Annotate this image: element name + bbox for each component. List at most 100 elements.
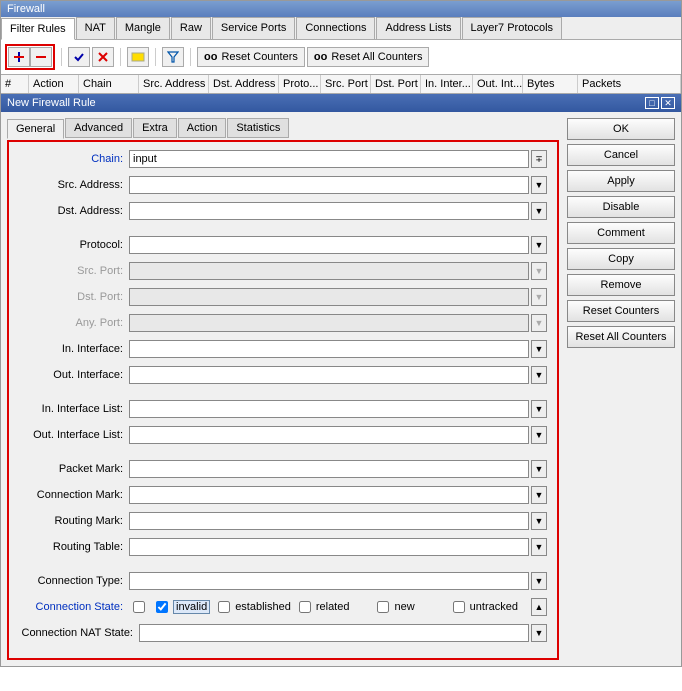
filter-button[interactable] xyxy=(162,47,184,67)
dialog-close-icon[interactable]: ✕ xyxy=(661,97,675,109)
comment-side-button[interactable]: Comment xyxy=(567,222,675,244)
form-panel: Chain: ∓ Src. Address: ▼ Dst. Address: ▼ xyxy=(7,140,559,660)
dst-address-expand-icon[interactable]: ▼ xyxy=(531,202,547,220)
col-out-interface[interactable]: Out. Int... xyxy=(473,75,523,93)
ftab-statistics[interactable]: Statistics xyxy=(227,118,289,138)
conn-state-not-checkbox[interactable] xyxy=(133,601,145,613)
disable-button[interactable] xyxy=(92,47,114,67)
connection-type-input[interactable] xyxy=(129,572,529,590)
main-tabs: Filter Rules NAT Mangle Raw Service Port… xyxy=(1,17,681,40)
remove-side-button[interactable]: Remove xyxy=(567,274,675,296)
col-packets[interactable]: Packets xyxy=(578,75,681,93)
reset-all-counters-button[interactable]: ooReset All Counters xyxy=(307,47,430,67)
tab-service-ports[interactable]: Service Ports xyxy=(212,17,295,39)
ok-button[interactable]: OK xyxy=(567,118,675,140)
packet-mark-input[interactable] xyxy=(129,460,529,478)
add-button[interactable] xyxy=(8,47,30,67)
cancel-button[interactable]: Cancel xyxy=(567,144,675,166)
chain-dropdown-icon[interactable]: ∓ xyxy=(531,150,547,168)
conn-state-related-checkbox[interactable] xyxy=(299,601,311,613)
col-src-port[interactable]: Src. Port xyxy=(321,75,371,93)
tab-nat[interactable]: NAT xyxy=(76,17,115,39)
col-bytes[interactable]: Bytes xyxy=(523,75,578,93)
any-port-expand-icon: ▼ xyxy=(531,314,547,332)
out-interface-input[interactable] xyxy=(129,366,529,384)
out-interface-list-expand-icon[interactable]: ▼ xyxy=(531,426,547,444)
src-address-label: Src. Address: xyxy=(19,179,129,191)
disable-button[interactable]: Disable xyxy=(567,196,675,218)
dst-address-label: Dst. Address: xyxy=(19,205,129,217)
col-num[interactable]: # xyxy=(1,75,29,93)
tab-filter-rules[interactable]: Filter Rules xyxy=(1,18,75,40)
ftab-extra[interactable]: Extra xyxy=(133,118,177,138)
conn-state-new-checkbox[interactable] xyxy=(377,601,389,613)
connection-type-expand-icon[interactable]: ▼ xyxy=(531,572,547,590)
enable-button[interactable] xyxy=(68,47,90,67)
ftab-advanced[interactable]: Advanced xyxy=(65,118,132,138)
conn-state-untracked-checkbox[interactable] xyxy=(453,601,465,613)
packet-mark-expand-icon[interactable]: ▼ xyxy=(531,460,547,478)
apply-button[interactable]: Apply xyxy=(567,170,675,192)
col-in-interface[interactable]: In. Inter... xyxy=(421,75,473,93)
col-protocol[interactable]: Proto... xyxy=(279,75,321,93)
in-interface-list-input[interactable] xyxy=(129,400,529,418)
reset-all-counters-side-button[interactable]: Reset All Counters xyxy=(567,326,675,348)
in-interface-list-label: In. Interface List: xyxy=(19,403,129,415)
in-interface-expand-icon[interactable]: ▼ xyxy=(531,340,547,358)
tab-mangle[interactable]: Mangle xyxy=(116,17,170,39)
connection-mark-input[interactable] xyxy=(129,486,529,504)
chain-label: Chain: xyxy=(19,153,129,165)
connection-nat-state-input[interactable] xyxy=(139,624,529,642)
tab-raw[interactable]: Raw xyxy=(171,17,211,39)
routing-table-expand-icon[interactable]: ▼ xyxy=(531,538,547,556)
ftab-action[interactable]: Action xyxy=(178,118,227,138)
conn-state-untracked-label: untracked xyxy=(470,601,518,613)
any-port-label: Any. Port: xyxy=(19,317,129,329)
dialog-restore-icon[interactable]: □ xyxy=(645,97,659,109)
connection-mark-expand-icon[interactable]: ▼ xyxy=(531,486,547,504)
col-dst-address[interactable]: Dst. Address xyxy=(209,75,279,93)
out-interface-list-input[interactable] xyxy=(129,426,529,444)
conn-state-established-checkbox[interactable] xyxy=(218,601,230,613)
dst-port-input xyxy=(129,288,529,306)
dst-port-expand-icon: ▼ xyxy=(531,288,547,306)
tab-layer7[interactable]: Layer7 Protocols xyxy=(462,17,563,39)
connection-nat-state-label: Connection NAT State: xyxy=(19,627,139,639)
col-src-address[interactable]: Src. Address xyxy=(139,75,209,93)
reset-counters-side-button[interactable]: Reset Counters xyxy=(567,300,675,322)
in-interface-input[interactable] xyxy=(129,340,529,358)
reset-counters-button[interactable]: ooReset Counters xyxy=(197,47,305,67)
copy-button[interactable]: Copy xyxy=(567,248,675,270)
form-tabs: General Advanced Extra Action Statistics xyxy=(7,118,559,138)
src-address-expand-icon[interactable]: ▼ xyxy=(531,176,547,194)
routing-mark-input[interactable] xyxy=(129,512,529,530)
ftab-general[interactable]: General xyxy=(7,119,64,139)
connection-type-label: Connection Type: xyxy=(19,575,129,587)
src-port-expand-icon: ▼ xyxy=(531,262,547,280)
protocol-expand-icon[interactable]: ▼ xyxy=(531,236,547,254)
col-dst-port[interactable]: Dst. Port xyxy=(371,75,421,93)
col-chain[interactable]: Chain xyxy=(79,75,139,93)
chain-input[interactable] xyxy=(129,150,529,168)
remove-button[interactable] xyxy=(30,47,52,67)
routing-table-label: Routing Table: xyxy=(19,541,129,553)
tab-connections[interactable]: Connections xyxy=(296,17,375,39)
routing-mark-label: Routing Mark: xyxy=(19,515,129,527)
column-headers: # Action Chain Src. Address Dst. Address… xyxy=(1,75,681,94)
src-address-input[interactable] xyxy=(129,176,529,194)
connection-nat-state-expand-icon[interactable]: ▼ xyxy=(531,624,547,642)
protocol-input[interactable] xyxy=(129,236,529,254)
tab-address-lists[interactable]: Address Lists xyxy=(376,17,460,39)
conn-state-invalid-checkbox[interactable] xyxy=(156,601,168,613)
routing-table-input[interactable] xyxy=(129,538,529,556)
side-buttons: OK Cancel Apply Disable Comment Copy Rem… xyxy=(567,118,675,660)
comment-button[interactable] xyxy=(127,47,149,67)
dst-address-input[interactable] xyxy=(129,202,529,220)
out-interface-expand-icon[interactable]: ▼ xyxy=(531,366,547,384)
window-titlebar: Firewall xyxy=(1,1,681,17)
in-interface-list-expand-icon[interactable]: ▼ xyxy=(531,400,547,418)
routing-mark-expand-icon[interactable]: ▼ xyxy=(531,512,547,530)
col-action[interactable]: Action xyxy=(29,75,79,93)
connection-state-collapse-icon[interactable]: ▲ xyxy=(531,598,547,616)
any-port-input xyxy=(129,314,529,332)
